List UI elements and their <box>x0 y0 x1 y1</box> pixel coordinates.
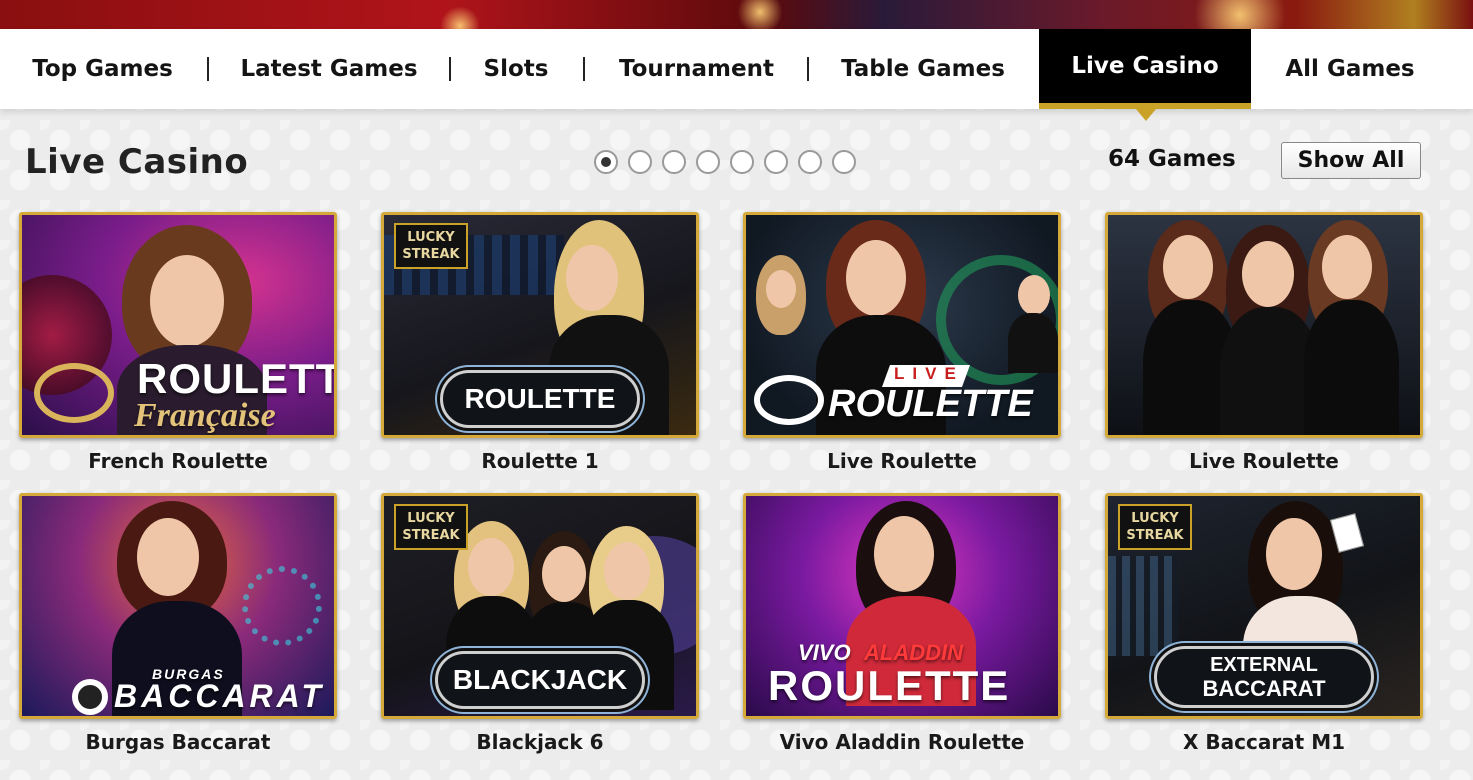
game-title: X Baccarat M1 <box>1182 730 1346 754</box>
thumbnail-art: LUCKY STREAK BLACKJACK <box>384 496 696 716</box>
tab-live-casino[interactable]: Live Casino <box>1039 29 1251 109</box>
pagination-dot[interactable] <box>730 150 754 174</box>
tab-tournament[interactable]: Tournament <box>598 29 795 109</box>
roulette-wheel-icon <box>754 375 824 425</box>
section-title: Live Casino <box>25 142 249 182</box>
tab-separator <box>583 57 585 81</box>
game-title: Burgas Baccarat <box>85 730 271 754</box>
tab-separator <box>449 57 451 81</box>
game-card[interactable]: LUCKY STREAK EXTERNAL BACCARAT X Baccara… <box>1105 493 1423 754</box>
banner-light <box>440 6 480 29</box>
pagination-dot[interactable] <box>764 150 788 174</box>
game-thumbnail[interactable]: LIVE ROULETTE <box>743 212 1061 438</box>
thumbnail-art: ROULETTE Française <box>22 215 334 435</box>
game-title: Blackjack 6 <box>476 730 604 754</box>
tab-all-games[interactable]: All Games <box>1260 29 1440 109</box>
roulette-wheel-icon <box>34 363 114 423</box>
thumbnail-art: LUCKY STREAK EXTERNAL BACCARAT <box>1108 496 1420 716</box>
game-card[interactable]: LUCKY STREAK BLACKJACK Blackjack 6 <box>381 493 699 754</box>
carousel-pagination <box>594 150 856 174</box>
game-label: ROULETTE <box>440 370 640 428</box>
chip-icon <box>72 679 108 715</box>
tab-table-games[interactable]: Table Games <box>820 29 1026 109</box>
lucky-streak-badge: LUCKY STREAK <box>394 223 468 269</box>
games-count: 64 Games <box>1108 146 1236 172</box>
thumbnail-art: BURGAS BACCARAT <box>22 496 334 716</box>
thumbnail-art: VIVO ALADDIN ROULETTE <box>746 496 1058 716</box>
tab-separator <box>207 57 209 81</box>
show-all-button[interactable]: Show All <box>1281 142 1421 179</box>
lucky-streak-badge: LUCKY STREAK <box>394 504 468 550</box>
game-thumbnail[interactable]: LUCKY STREAK BLACKJACK <box>381 493 699 719</box>
banner-light <box>1180 0 1300 29</box>
game-title: Vivo Aladdin Roulette <box>779 730 1025 754</box>
tab-top-games[interactable]: Top Games <box>10 29 195 109</box>
hero-banner-strip <box>0 0 1473 29</box>
game-thumbnail[interactable]: VIVO ALADDIN ROULETTE <box>743 493 1061 719</box>
game-card[interactable]: LIVE ROULETTE Live Roulette <box>743 212 1061 473</box>
tab-latest-games[interactable]: Latest Games <box>220 29 438 109</box>
thumbnail-art: LIVE ROULETTE <box>746 215 1058 435</box>
game-thumbnail[interactable]: LUCKY STREAK EXTERNAL BACCARAT <box>1105 493 1423 719</box>
game-card[interactable]: LUCKY STREAK ROULETTE Roulette 1 <box>381 212 699 473</box>
game-card[interactable]: VIVO ALADDIN ROULETTE Vivo Aladdin Roule… <box>743 493 1061 754</box>
game-label: BLACKJACK <box>435 651 645 709</box>
thumbnail-art <box>1108 215 1420 435</box>
tab-slots[interactable]: Slots <box>462 29 570 109</box>
game-card[interactable]: ROULETTE Française French Roulette <box>19 212 337 473</box>
pagination-dot[interactable] <box>696 150 720 174</box>
game-thumbnail[interactable] <box>1105 212 1423 438</box>
lucky-streak-badge: LUCKY STREAK <box>1118 504 1192 550</box>
active-tab-indicator <box>1136 109 1156 121</box>
tab-separator <box>807 57 809 81</box>
game-thumbnail[interactable]: ROULETTE Française <box>19 212 337 438</box>
game-title: Live Roulette <box>1189 449 1339 473</box>
thumbnail-art: LUCKY STREAK ROULETTE <box>384 215 696 435</box>
game-card[interactable]: Live Roulette <box>1105 212 1423 473</box>
pagination-dot[interactable] <box>628 150 652 174</box>
category-tabs: Top Games Latest Games Slots Tournament … <box>0 29 1473 109</box>
banner-light <box>735 0 785 29</box>
game-title: Live Roulette <box>827 449 977 473</box>
pagination-dot[interactable] <box>662 150 686 174</box>
game-thumbnail[interactable]: LUCKY STREAK ROULETTE <box>381 212 699 438</box>
game-title: French Roulette <box>88 449 268 473</box>
game-thumbnail[interactable]: BURGAS BACCARAT <box>19 493 337 719</box>
pagination-dot[interactable] <box>594 150 618 174</box>
game-title: Roulette 1 <box>481 449 599 473</box>
pagination-dot[interactable] <box>832 150 856 174</box>
pagination-dot[interactable] <box>798 150 822 174</box>
game-label: EXTERNAL BACCARAT <box>1154 646 1374 708</box>
game-card[interactable]: BURGAS BACCARAT Burgas Baccarat <box>19 493 337 754</box>
